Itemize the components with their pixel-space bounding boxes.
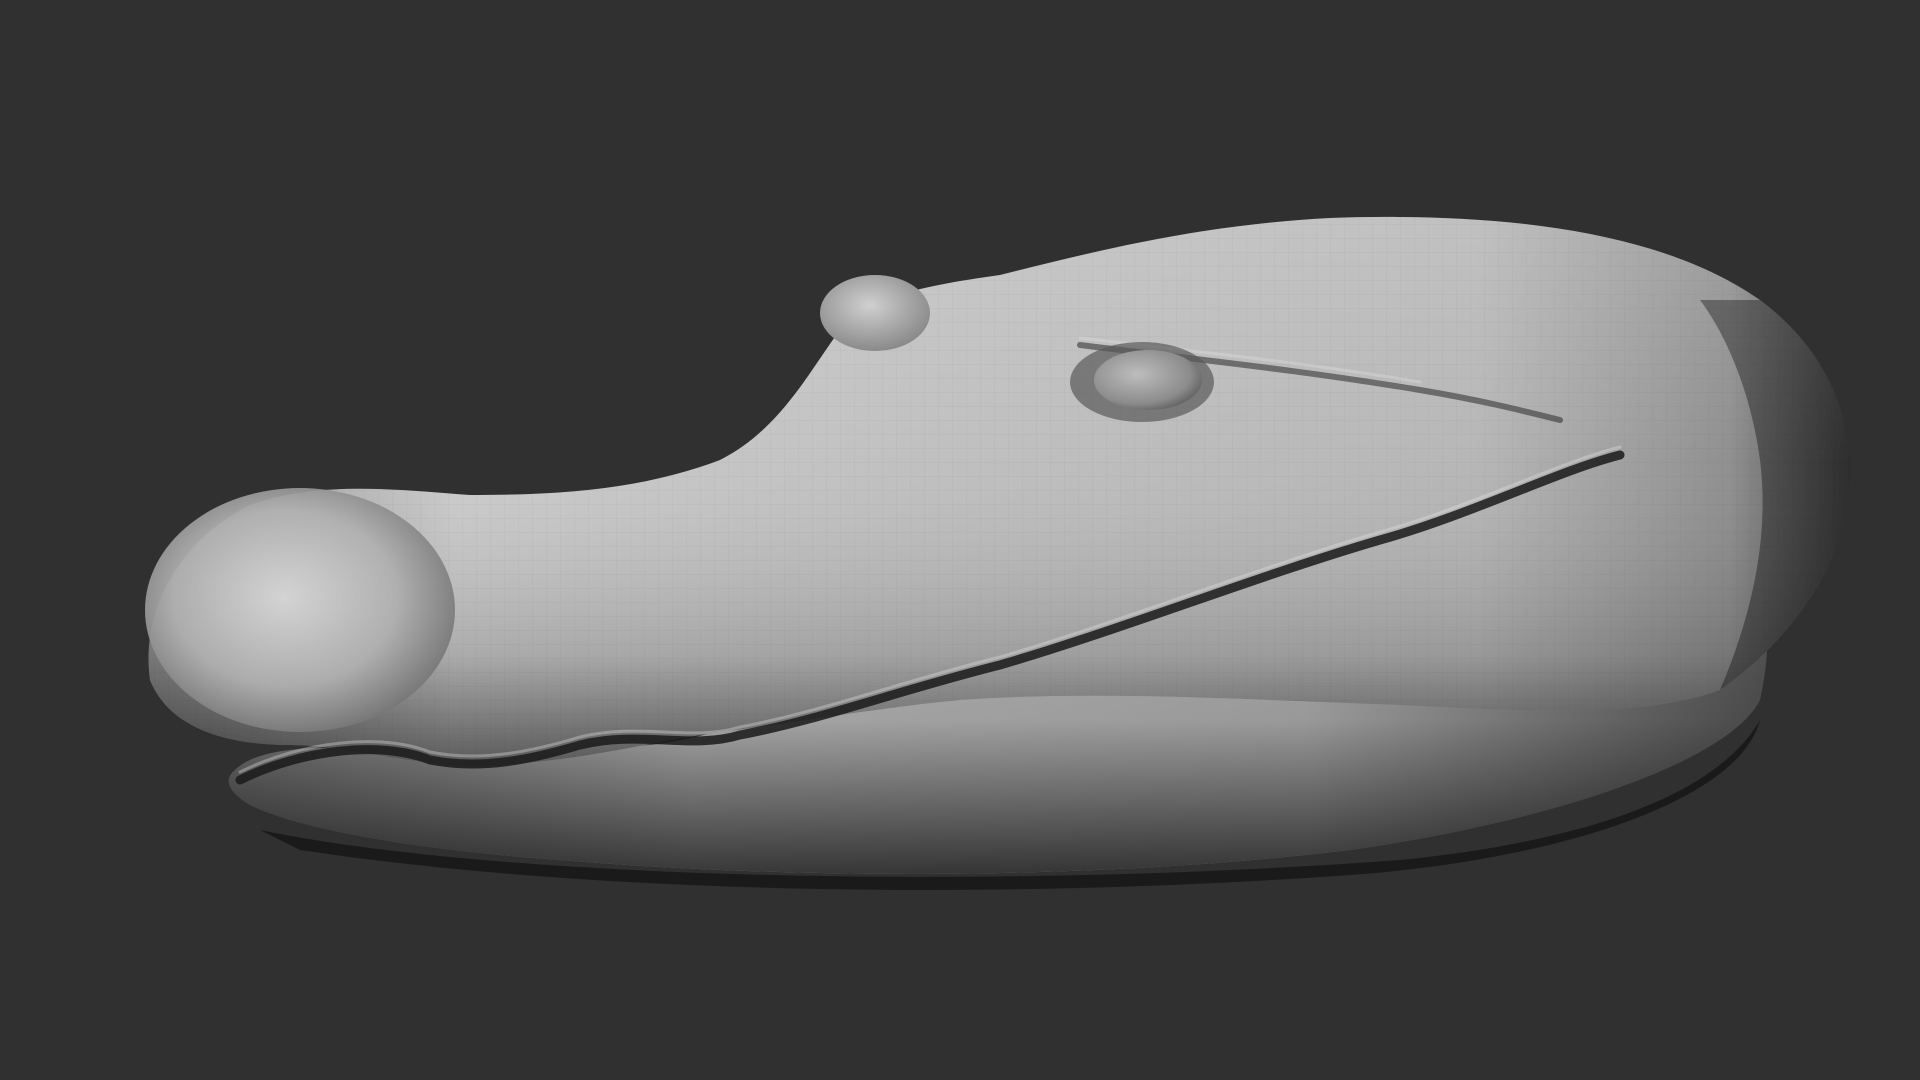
nostril-bump[interactable] bbox=[820, 275, 930, 351]
snout-bulb[interactable] bbox=[145, 488, 455, 732]
eye[interactable] bbox=[1094, 350, 1202, 410]
sculpt-canvas[interactable] bbox=[0, 0, 1920, 1080]
sculpt-viewport[interactable] bbox=[0, 0, 1920, 1080]
